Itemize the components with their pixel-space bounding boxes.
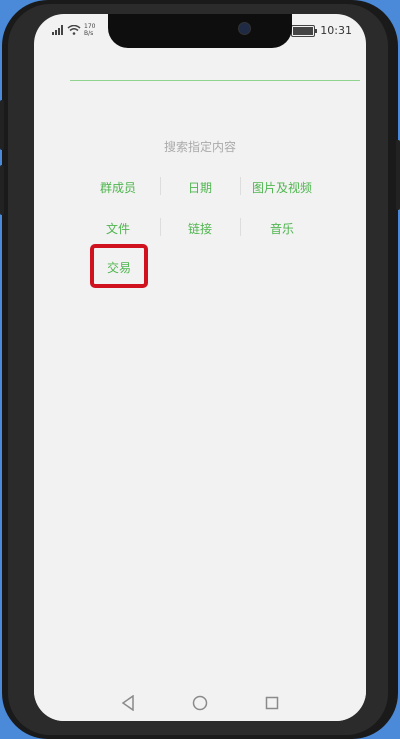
power-button: [396, 140, 400, 210]
option-music[interactable]: 音乐: [242, 220, 322, 237]
recent-apps-button[interactable]: [261, 692, 283, 714]
status-bar-left: 170 B/s: [52, 23, 95, 37]
divider: [240, 218, 241, 236]
option-group-members[interactable]: 群成员: [82, 179, 154, 196]
wifi-icon: [67, 25, 81, 35]
option-files[interactable]: 文件: [82, 220, 154, 237]
option-date[interactable]: 日期: [166, 179, 234, 196]
option-images-and-videos[interactable]: 图片及视频: [242, 179, 322, 196]
search-input-underline[interactable]: [70, 80, 360, 81]
back-button[interactable]: [117, 692, 139, 714]
battery-icon: [291, 24, 318, 37]
home-circle-icon: [192, 695, 208, 711]
phone-notch: [108, 14, 292, 48]
search-section-title: 搜索指定内容: [163, 140, 236, 154]
highlight-box: [90, 244, 148, 288]
option-links[interactable]: 链接: [166, 220, 234, 237]
back-triangle-icon: [121, 695, 134, 711]
divider: [160, 218, 161, 236]
network-speed: 170 B/s: [84, 23, 96, 37]
divider: [240, 177, 241, 195]
navigation-bar: [34, 685, 366, 721]
front-camera: [238, 22, 251, 35]
phone-screen: 170 B/s 10:31 搜索指定内容 群成员 日期 图片及视频 文件 链接 …: [34, 14, 366, 721]
volume-up-button: [0, 100, 4, 150]
home-button[interactable]: [189, 692, 211, 714]
clock-time: 10:31: [320, 24, 352, 37]
sim-signal-icon: [52, 25, 63, 35]
status-bar-right: 10:31: [291, 24, 352, 37]
divider: [160, 177, 161, 195]
volume-down-button: [0, 165, 4, 215]
recent-square-icon: [265, 696, 279, 710]
